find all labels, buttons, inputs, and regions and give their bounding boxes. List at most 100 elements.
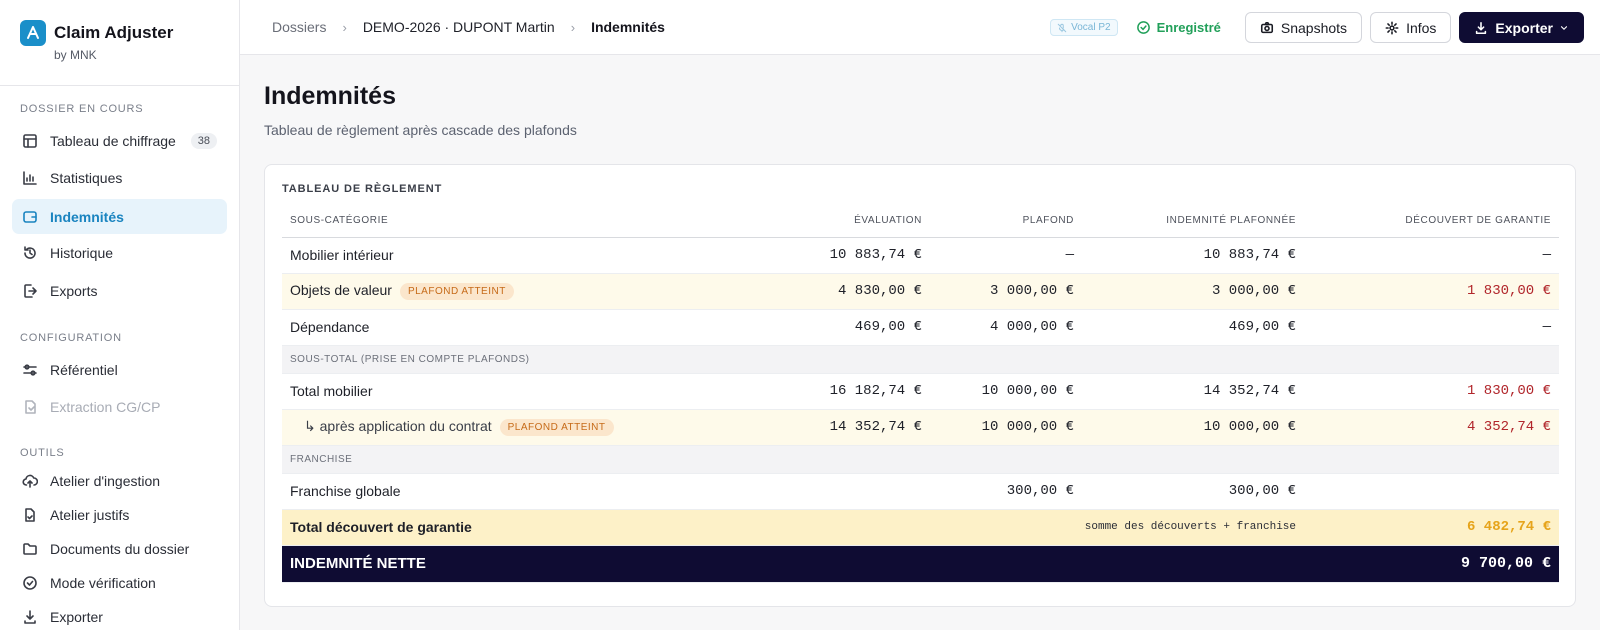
sidebar-item-label: Indemnités [50, 208, 124, 225]
row-label: ↳ après application du contrat [304, 418, 492, 435]
file-check-icon [25, 507, 35, 522]
sidebar-item-statistiques[interactable]: Statistiques [12, 160, 227, 195]
sidebar-item-label: Historique [50, 244, 114, 261]
history-icon [24, 245, 36, 259]
saved-label: Enregistré [1156, 20, 1221, 35]
sidebar-item-label: Documents du dossier [50, 540, 190, 557]
cell-decouvert: 1 830,00 € [1304, 373, 1559, 410]
brand[interactable]: Claim Adjuster by MNK [0, 0, 239, 86]
sidebar-item-label: Atelier d'ingestion [50, 472, 161, 489]
row-label: Mobilier intérieur [282, 237, 782, 274]
cell-plafond: 3 000,00 € [930, 273, 1082, 310]
net-indemnity-row: INDEMNITÉ NETTE 9 700,00 € [282, 545, 1559, 583]
cell-evaluation: 4 830,00 € [782, 273, 930, 310]
total-decouvert-row: Total découvert de garantie somme des dé… [282, 509, 1559, 546]
sidebar-item-atelier-justifs[interactable]: Atelier justifs [12, 497, 227, 532]
sidebar-item-exports[interactable]: Exports [12, 273, 227, 308]
page-subtitle: Tableau de règlement après cascade des p… [264, 122, 577, 138]
sidebar-item-exporter[interactable]: Exporter [12, 599, 227, 630]
group-row: FRANCHISE [282, 445, 1559, 474]
breadcrumb-dossiers[interactable]: Dossiers [272, 19, 326, 35]
snapshots-button[interactable]: Snapshots [1244, 12, 1363, 43]
ceiling-reached-badge: PLAFOND ATTEINT [399, 282, 514, 300]
group-row: SOUS-TOTAL (PRISE EN COMPTE PLAFONDS) [282, 345, 1559, 374]
cell-indemnite: 300,00 € [1082, 473, 1304, 510]
table-row[interactable]: Total mobilier 16 182,74 € 10 000,00 € 1… [282, 373, 1559, 410]
table-row[interactable]: Mobilier intérieur 10 883,74 € — 10 883,… [282, 237, 1559, 274]
group-label: SOUS-TOTAL (PRISE EN COMPTE PLAFONDS) [282, 345, 1559, 374]
sidebar-item-historique[interactable]: Historique [12, 235, 227, 270]
ceiling-reached-badge: PLAFOND ATTEINT [499, 418, 614, 436]
gear-icon [1385, 21, 1399, 34]
cell-indemnite: 469,00 € [1082, 309, 1304, 346]
cell-indemnite: 3 000,00 € [1082, 273, 1304, 310]
cell-evaluation: 14 352,74 € [782, 409, 930, 446]
table-row[interactable]: Dépendance 469,00 € 4 000,00 € 469,00 € … [282, 309, 1559, 346]
table-row[interactable]: Objets de valeur PLAFOND ATTEINT 4 830,00… [282, 273, 1559, 310]
cell-indemnite: 10 883,74 € [1082, 237, 1304, 274]
row-label-cell: Objets de valeur PLAFOND ATTEINT [282, 273, 782, 310]
cell-decouvert: 1 830,00 € [1304, 273, 1559, 310]
sidebar-item-indemnites[interactable]: Indemnités [12, 199, 227, 234]
table-header-row: SOUS-CATÉGORIE ÉVALUATION PLAFOND INDEMN… [282, 205, 1559, 238]
net-indemnity-value: 9 700,00 € [930, 545, 1559, 583]
wallet-icon [23, 210, 37, 223]
card-title: TABLEAU DE RÈGLEMENT [282, 183, 443, 195]
chevron-right-icon: › [570, 19, 576, 35]
cell-decouvert [1304, 473, 1559, 510]
sidebar-item-label: Statistiques [50, 169, 123, 186]
column-header: DÉCOUVERT DE GARANTIE [1304, 205, 1559, 238]
column-header: ÉVALUATION [782, 205, 930, 238]
export-button[interactable]: Exporter [1459, 12, 1584, 43]
sidebar-item-referentiel[interactable]: Référentiel [12, 352, 227, 387]
sidebar-item-tableau-chiffrage[interactable]: Tableau de chiffrage 38 [12, 123, 227, 158]
sidebar-item-mode-verification[interactable]: Mode vérification [12, 565, 227, 600]
cell-evaluation: 469,00 € [782, 309, 930, 346]
document-extract-icon [25, 399, 36, 414]
breadcrumb-dossier[interactable]: DEMO-2026 · DUPONT Martin [363, 19, 555, 35]
chevron-down-icon [1560, 25, 1568, 30]
row-label: Objets de valeur [290, 282, 392, 299]
group-label: FRANCHISE [282, 445, 1559, 474]
row-label-cell: ↳ après application du contrat PLAFOND AT… [282, 409, 782, 446]
cloud-upload-icon [22, 474, 38, 488]
settlement-card: TABLEAU DE RÈGLEMENT SOUS-CATÉGORIE ÉVAL… [264, 164, 1576, 607]
table-row[interactable]: ↳ après application du contrat PLAFOND AT… [282, 409, 1559, 446]
net-indemnity-label: INDEMNITÉ NETTE [282, 545, 930, 583]
top-bar: Dossiers › DEMO-2026 · DUPONT Martin › I… [240, 0, 1600, 55]
check-circle-icon [1136, 21, 1150, 34]
page-title: Indemnités [264, 82, 396, 110]
sliders-icon [23, 363, 37, 376]
cell-evaluation: 10 883,74 € [782, 237, 930, 274]
table-row[interactable]: Franchise globale 300,00 € 300,00 € [282, 473, 1559, 510]
mic-off-icon [1057, 23, 1067, 32]
row-label: Franchise globale [282, 473, 782, 510]
sidebar-item-documents[interactable]: Documents du dossier [12, 531, 227, 566]
camera-icon [1260, 21, 1273, 33]
cell-decouvert: — [1304, 309, 1559, 346]
sidebar-item-atelier-ingestion[interactable]: Atelier d'ingestion [12, 463, 227, 498]
infos-label: Infos [1406, 19, 1437, 36]
snapshots-label: Snapshots [1280, 19, 1348, 36]
cell-decouvert: 4 352,74 € [1304, 409, 1559, 446]
cell-decouvert: — [1304, 237, 1559, 274]
cell-evaluation: 16 182,74 € [782, 373, 930, 410]
column-header: INDEMNITÉ PLAFONNÉE [1082, 205, 1304, 238]
count-badge: 38 [190, 132, 217, 149]
section-label-dossier: DOSSIER EN COURS [20, 103, 144, 115]
sidebar-item-label: Extraction CG/CP [50, 398, 161, 415]
vocal-label: Vocal P2 [1071, 22, 1111, 33]
cell-indemnite: 10 000,00 € [1082, 409, 1304, 446]
total-decouvert-value: 6 482,74 € [1304, 509, 1559, 546]
section-label-outils: OUTILS [20, 447, 65, 459]
table-icon [23, 133, 37, 148]
vocal-badge[interactable]: Vocal P2 [1050, 19, 1118, 36]
breadcrumb-current: Indemnités [591, 19, 665, 35]
row-label: Total mobilier [282, 373, 782, 410]
total-note: somme des découverts + franchise [782, 509, 1304, 546]
sidebar-item-label: Exports [50, 282, 98, 299]
app-title: Claim Adjuster [54, 23, 174, 42]
infos-button[interactable]: Infos [1370, 12, 1452, 43]
cell-plafond: 300,00 € [930, 473, 1082, 510]
download-icon [24, 609, 36, 624]
